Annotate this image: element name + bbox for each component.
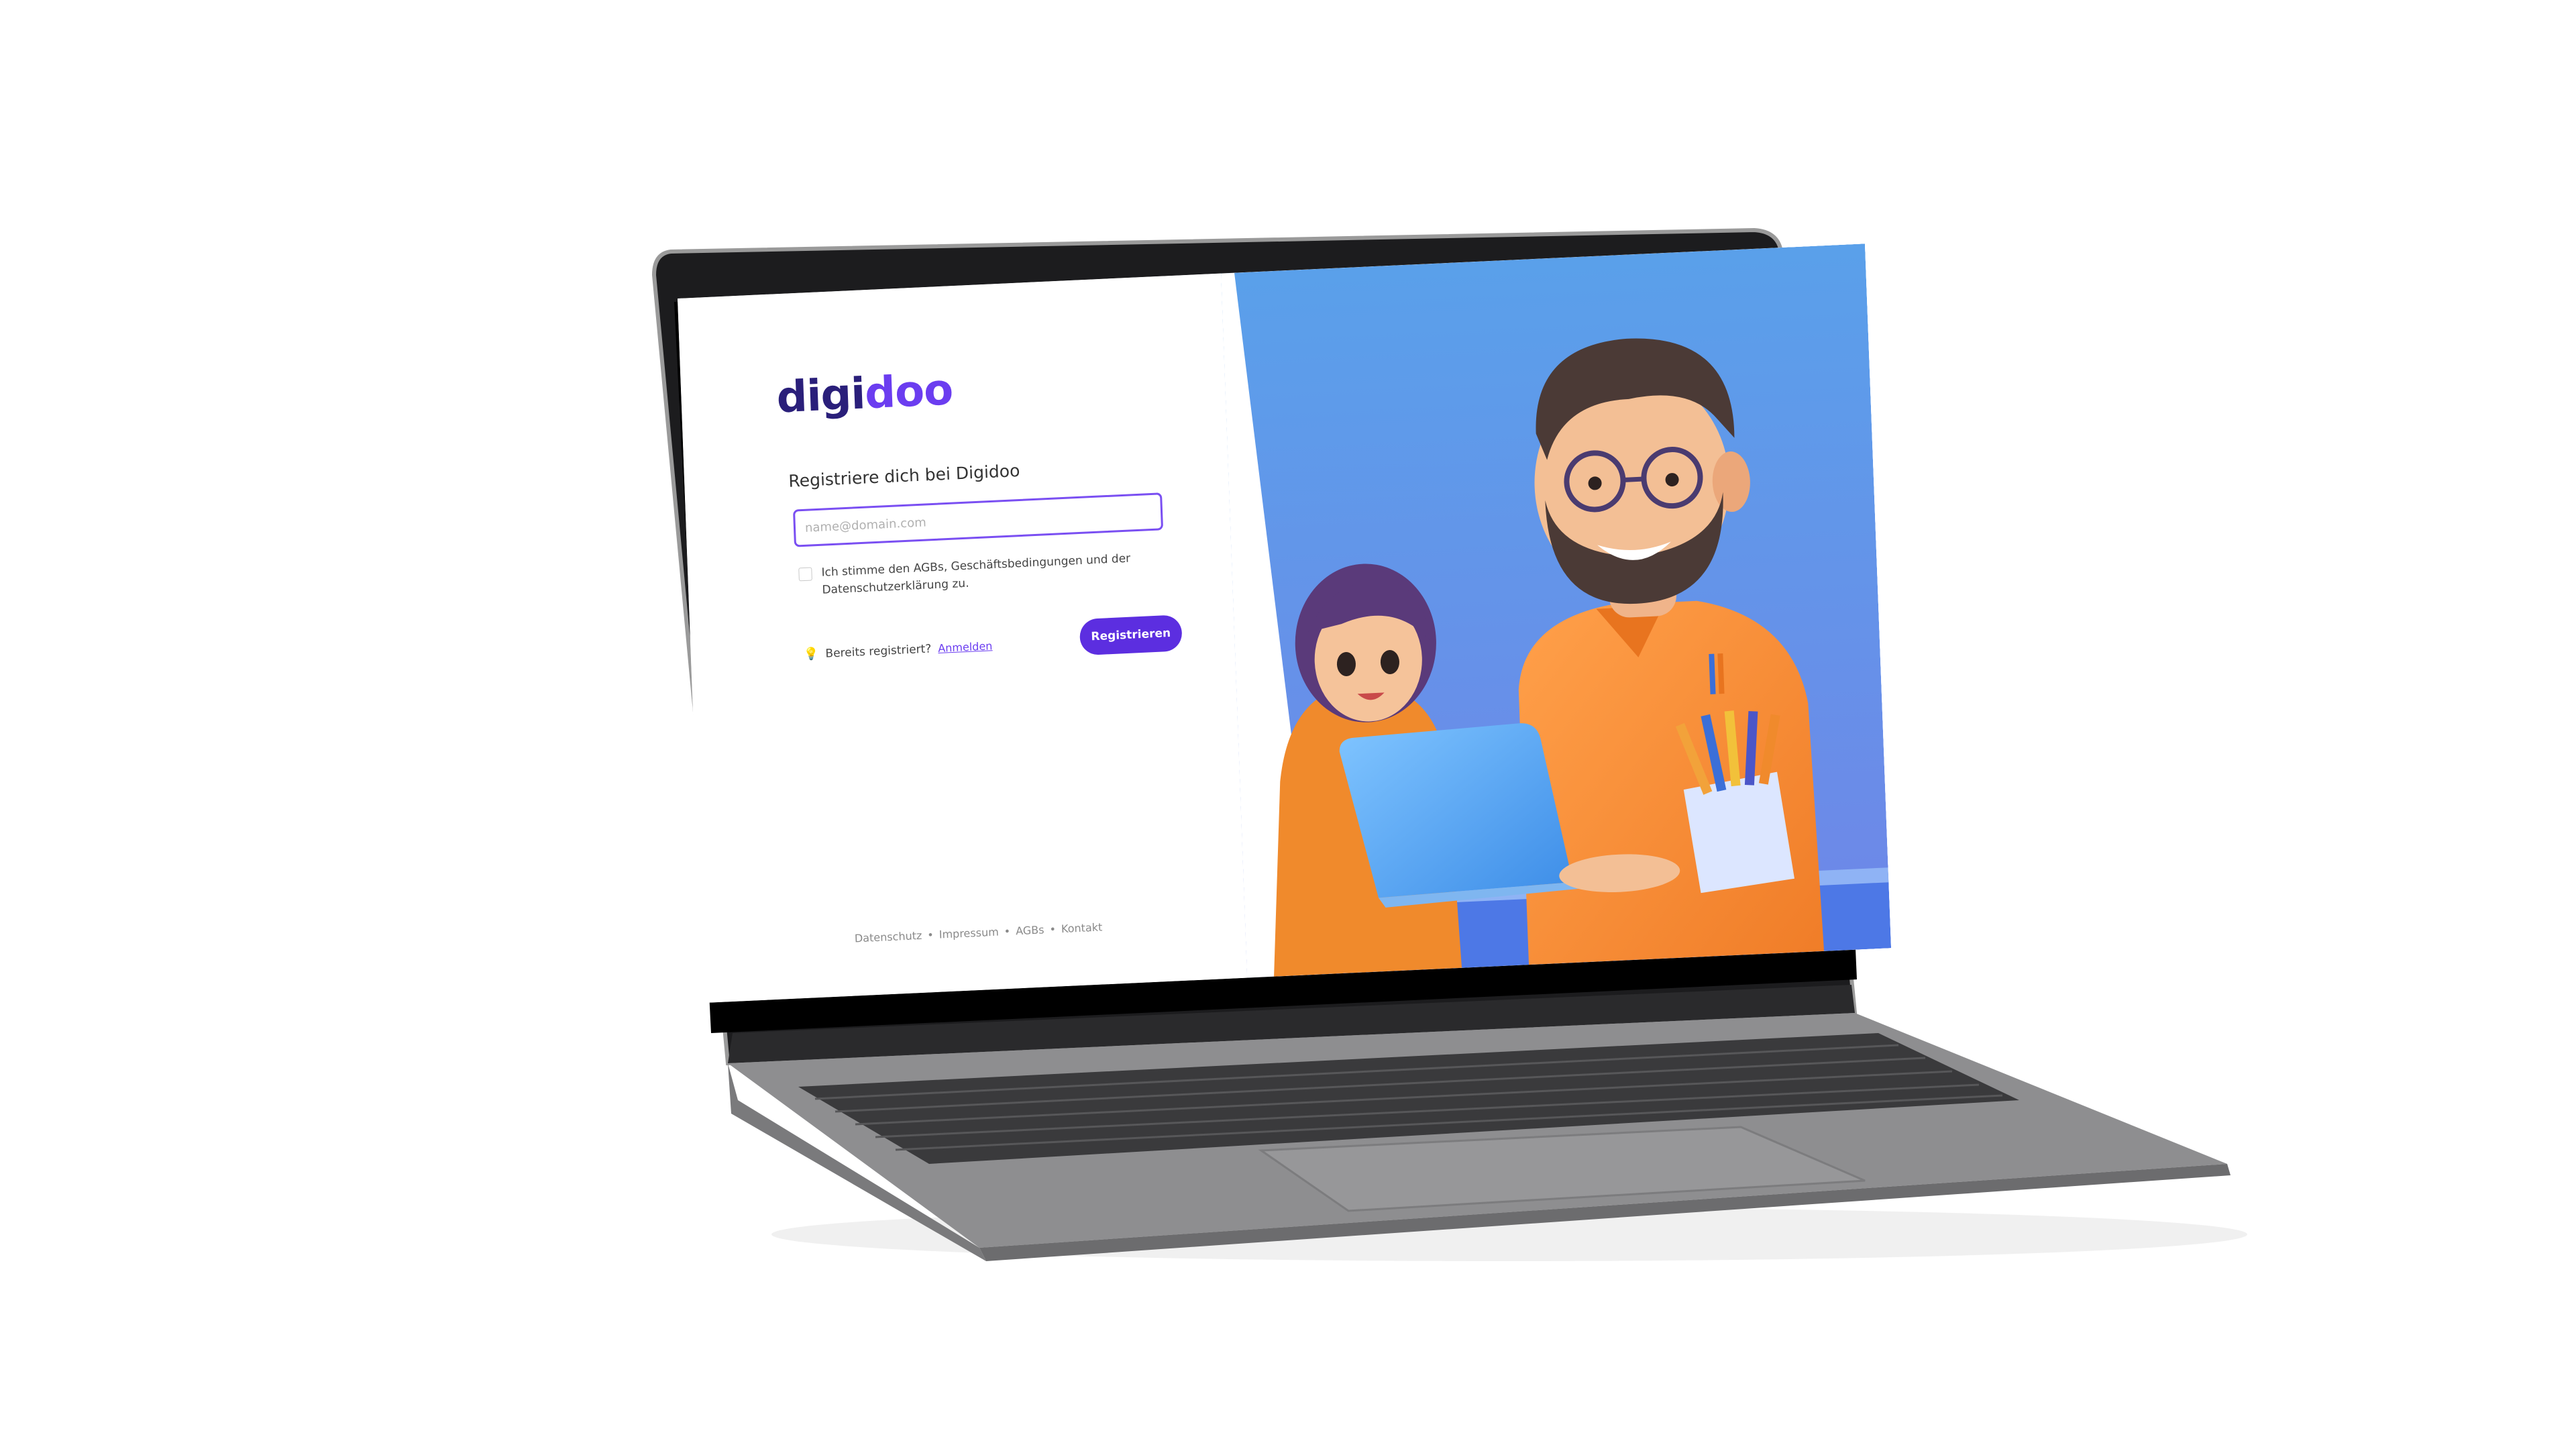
laptop-scene: digidoo Registriere dich bei Digidoo Ich… <box>0 0 2576 1449</box>
email-field[interactable] <box>792 492 1164 547</box>
terms-agreement: Ich stimme den AGBs, Geschäftsbedingunge… <box>798 548 1174 597</box>
footer-link-agbs[interactable]: AGBs <box>1016 923 1044 937</box>
glasses-bridge <box>1623 476 1644 482</box>
lightbulb-icon: 💡 <box>803 647 819 662</box>
login-link[interactable]: Anmelden <box>938 639 993 655</box>
screen: digidoo Registriere dich bei Digidoo Ich… <box>678 244 1892 1003</box>
illustration-father-daughter-laptop <box>1221 244 1892 978</box>
hero-illustration <box>1221 244 1892 978</box>
already-registered-row: 💡 Bereits registriert? Anmelden <box>804 639 993 661</box>
pencil-cup <box>1683 771 1794 894</box>
register-button[interactable]: Registrieren <box>1079 614 1183 656</box>
illustration-laptop-screen <box>1339 723 1573 898</box>
footer-link-datenschutz[interactable]: Datenschutz <box>855 929 922 945</box>
digidoo-logo[interactable]: digidoo <box>775 365 953 423</box>
page-title: Registriere dich bei Digidoo <box>788 460 1020 491</box>
register-panel: digidoo Registriere dich bei Digidoo Ich… <box>678 273 1248 1003</box>
already-registered-text: Bereits registriert? <box>825 641 932 661</box>
footer-separator: • <box>1004 924 1011 938</box>
footer-link-impressum[interactable]: Impressum <box>938 926 999 941</box>
logo-text-dark: digi <box>775 369 866 423</box>
logo-text-accent: doo <box>863 365 954 419</box>
footer-links: Datenschutz • Impressum • AGBs • Kontakt <box>855 920 1103 945</box>
footer-separator: • <box>926 928 934 942</box>
terms-label: Ich stimme den AGBs, Geschäftsbedingunge… <box>821 551 1131 597</box>
footer-separator: • <box>1049 922 1057 936</box>
footer-link-kontakt[interactable]: Kontakt <box>1061 920 1103 935</box>
terms-checkbox[interactable] <box>798 567 812 582</box>
